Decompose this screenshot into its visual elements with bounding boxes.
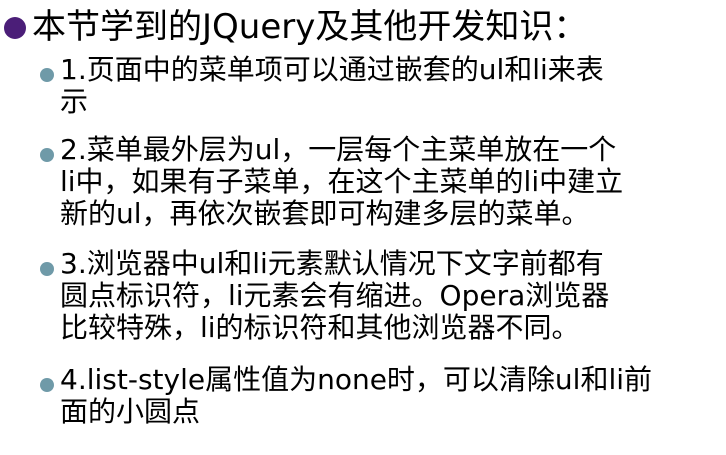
purple-circle-bullet-icon [4,17,26,39]
bullet-item-text: 4.list-style属性值为none时，可以清除ul和li前 面的小圆点 [60,364,720,428]
bullet-item-line: 面的小圆点 [60,395,201,428]
bullet-item-line: 3.浏览器中ul和li元素默认情况下文字前都有 [60,247,604,280]
slide-title-row: 本节学到的JQuery及其他开发知识： [0,4,726,52]
slide-title: 本节学到的JQuery及其他开发知识： [32,7,588,47]
bullet-item-text: 3.浏览器中ul和li元素默认情况下文字前都有 圆点标识符，li元素会有缩进。O… [60,248,720,344]
bullet-item-line: 比较特殊，li的标识符和其他浏览器不同。 [60,311,580,344]
bullet-item-line: 圆点标识符，li元素会有缩进。Opera浏览器 [60,279,610,312]
bullet-item-line: 4.list-style属性值为none时，可以清除ul和li前 [60,363,653,396]
bullet-item-line: 新的ul，再依次嵌套即可构建多层的菜单。 [60,197,590,230]
teal-circle-bullet-icon [40,378,54,392]
teal-circle-bullet-icon [40,68,54,82]
bullet-item-text: 2.菜单最外层为ul，一层每个主菜单放在一个 li中，如果有子菜单，在这个主菜单… [60,134,720,230]
bullet-item-line: 2.菜单最外层为ul，一层每个主菜单放在一个 [60,133,617,166]
teal-circle-bullet-icon [40,262,54,276]
bullet-item-text: 1.页面中的菜单项可以通过嵌套的ul和li来表 示 [60,54,720,118]
bullet-item-line: 1.页面中的菜单项可以通过嵌套的ul和li来表 [60,53,604,86]
bullet-item-line: li中，如果有子菜单，在这个主菜单的li中建立 [60,165,624,198]
slide: 本节学到的JQuery及其他开发知识： 1.页面中的菜单项可以通过嵌套的ul和l… [0,0,726,455]
teal-circle-bullet-icon [40,148,54,162]
bullet-item-line: 示 [60,85,89,118]
